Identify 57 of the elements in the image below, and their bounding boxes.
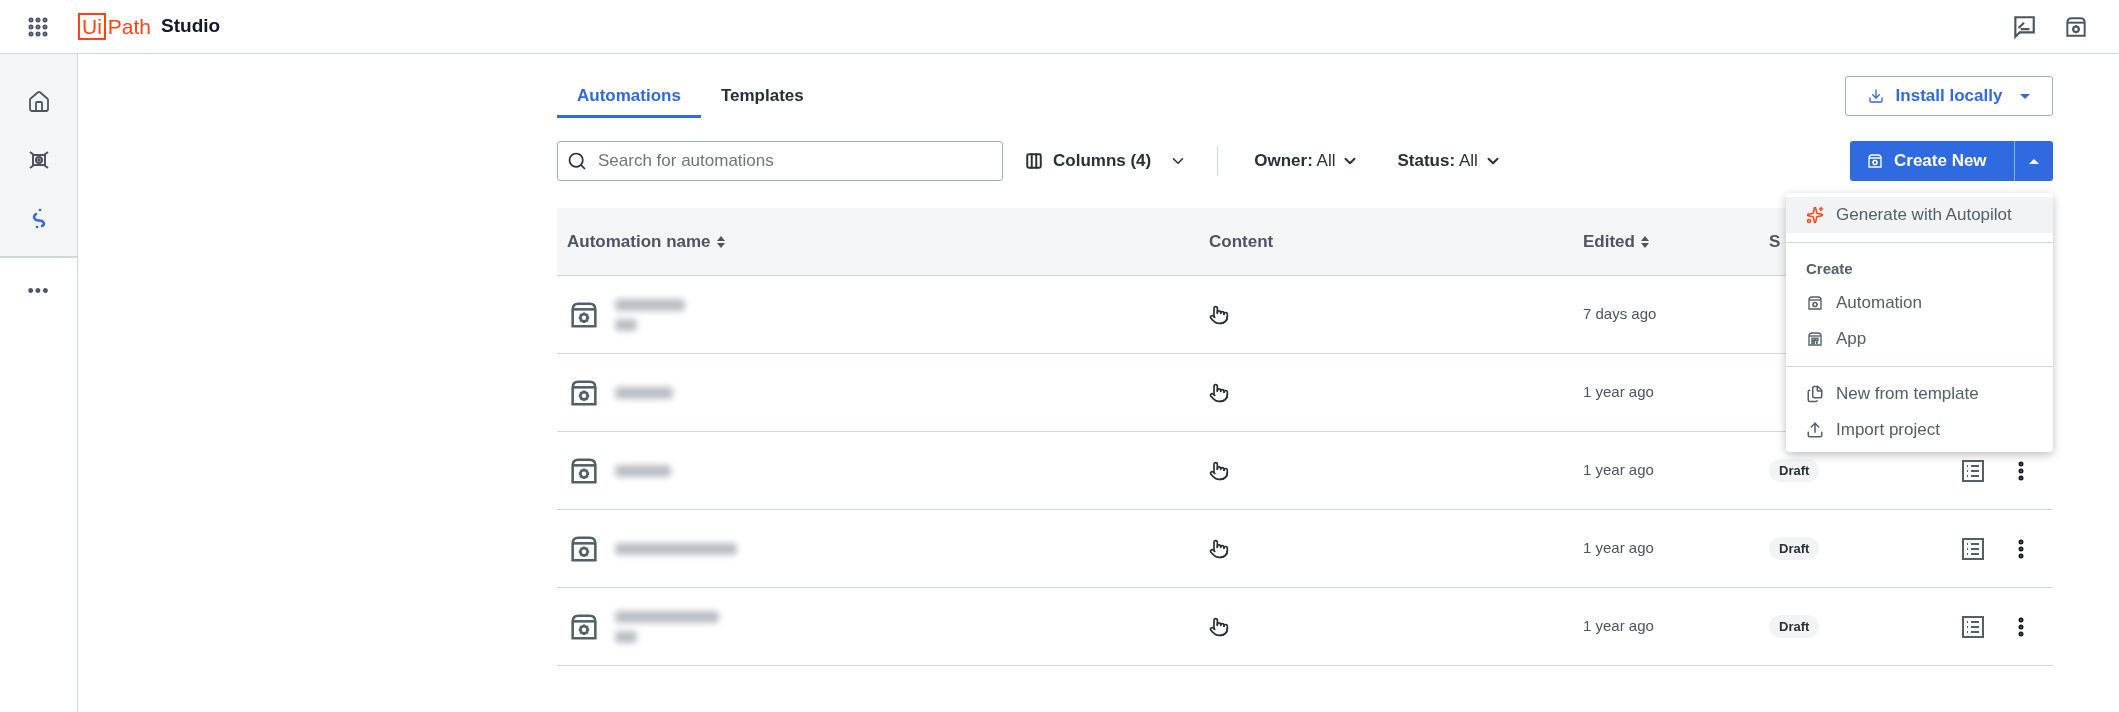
logo: Ui Path xyxy=(78,13,152,40)
touch-icon xyxy=(1209,616,1229,637)
columns-icon xyxy=(1025,152,1043,170)
status-tag: Draft xyxy=(1769,458,1820,483)
details-icon[interactable] xyxy=(1961,458,1985,483)
product-name: Studio xyxy=(161,14,221,39)
column-header[interactable]: Edited xyxy=(1583,228,1769,255)
tab[interactable]: Templates xyxy=(700,76,824,118)
template-icon xyxy=(1806,384,1824,403)
automation-icon xyxy=(1806,293,1824,312)
redacted-text xyxy=(615,298,685,311)
status-tag: Draft xyxy=(1769,536,1820,561)
status-tag: Draft xyxy=(1769,614,1820,639)
filter-dropdown[interactable]: Status: All xyxy=(1397,148,1502,174)
menu-item[interactable]: New from template xyxy=(1786,375,2053,412)
edited-time: 7 days ago xyxy=(1583,304,1658,325)
edited-time: 1 year ago xyxy=(1583,382,1655,403)
sort-icon xyxy=(1640,235,1649,248)
column-header: S xyxy=(1769,230,1781,253)
edited-time: 1 year ago xyxy=(1583,538,1655,559)
menu-item[interactable]: Generate with Autopilot xyxy=(1786,197,2053,233)
caret-icon xyxy=(2029,158,2039,164)
columns-button[interactable]: Columns (4) xyxy=(1023,148,1190,174)
upload-icon xyxy=(1806,420,1824,439)
filter-dropdown[interactable]: Owner: All xyxy=(1254,148,1360,174)
column-header: Content xyxy=(1209,230,1275,253)
edited-time: 1 year ago xyxy=(1583,460,1655,481)
more-button[interactable]: ••• xyxy=(27,278,50,305)
home-icon[interactable] xyxy=(26,90,51,114)
redacted-text xyxy=(615,318,637,331)
details-icon[interactable] xyxy=(1961,536,1985,561)
feedback-icon[interactable] xyxy=(2011,13,2037,40)
sort-icon xyxy=(716,235,725,248)
redacted-text xyxy=(615,464,671,477)
touch-icon xyxy=(1209,304,1229,325)
menu-item[interactable]: App xyxy=(1786,320,2053,357)
search-icon xyxy=(567,151,587,171)
install-locally-button[interactable]: Install locally xyxy=(1845,76,2053,116)
redacted-text xyxy=(615,386,673,399)
details-icon[interactable] xyxy=(1961,614,1985,639)
automation-icon xyxy=(1866,152,1884,170)
caret-icon xyxy=(2020,93,2031,99)
menu-item[interactable]: Automation xyxy=(1786,284,2053,321)
app-icon xyxy=(1806,329,1824,348)
redacted-text xyxy=(615,630,637,643)
tab[interactable]: Automations xyxy=(557,76,701,118)
touch-icon xyxy=(1209,538,1229,559)
menu-heading: Create xyxy=(1805,259,1854,279)
download-icon xyxy=(1867,88,1884,104)
sparkle-icon xyxy=(1806,206,1824,224)
create-new-button[interactable]: Create New xyxy=(1850,141,2014,181)
edited-time: 1 year ago xyxy=(1583,616,1655,637)
search-field[interactable]: Search for automations xyxy=(557,141,1003,181)
column-header[interactable]: Automation name xyxy=(557,228,1209,255)
menu-item[interactable]: Import project xyxy=(1786,411,2053,448)
touch-icon xyxy=(1209,460,1229,481)
touch-icon xyxy=(1209,382,1229,403)
